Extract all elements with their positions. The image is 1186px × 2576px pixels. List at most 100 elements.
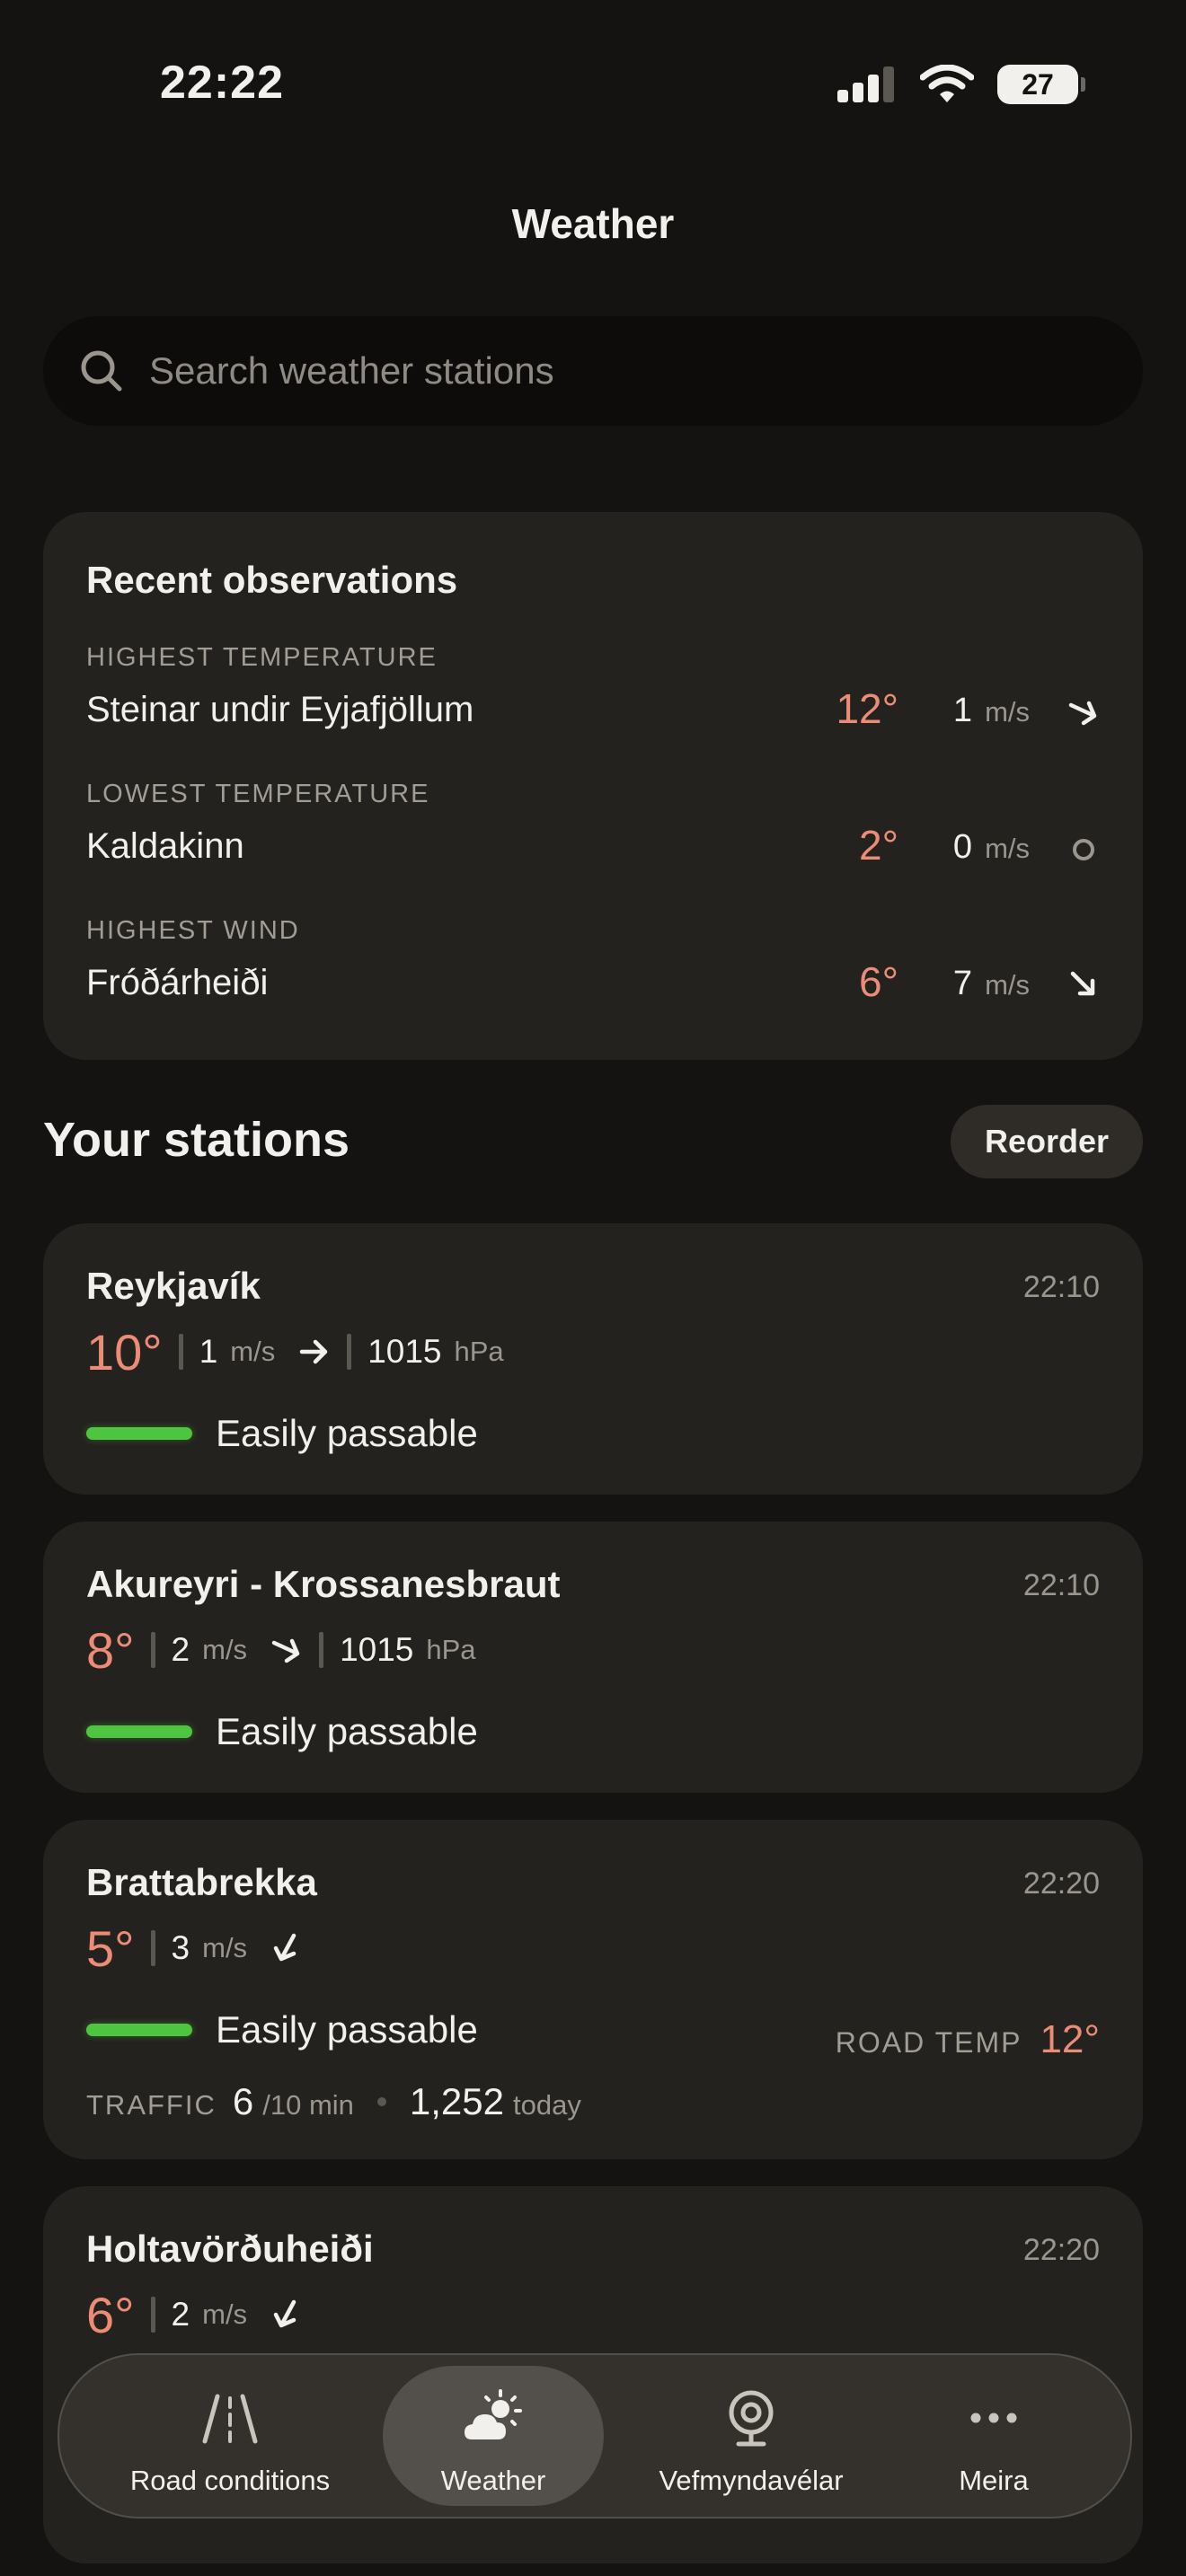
observation-station[interactable]: Fróðárheiði <box>86 963 268 1003</box>
recent-observations-title: Recent observations <box>86 559 458 601</box>
more-icon <box>970 2413 1017 2423</box>
search-bar[interactable] <box>43 316 1143 426</box>
wind-speed: 1 <box>952 692 973 729</box>
station-time: 22:20 <box>1022 2233 1100 2267</box>
station-card-reykjavik[interactable]: Reykjavík 22:10 10° 1 m/s 1015 hPa Easil… <box>43 1223 1143 1495</box>
your-stations-title: Your stations <box>43 1113 350 1167</box>
traffic-rate-unit: /10 min <box>262 2089 354 2121</box>
battery-level: 27 <box>1022 67 1054 101</box>
station-name: Reykjavík <box>86 1265 261 1307</box>
pressure-value: 1015 <box>340 1631 414 1668</box>
condition-indicator <box>86 1725 192 1738</box>
traffic-today: 1,252 <box>409 2080 505 2122</box>
tab-label: Weather <box>440 2465 546 2496</box>
wind-speed: 1 <box>199 1333 218 1370</box>
road-condition: Easily passable <box>86 2008 478 2051</box>
observation-wind: 1 m/s <box>953 692 1030 730</box>
traffic-rate: 6 <box>232 2080 254 2122</box>
station-readings: 5° 3 m/s <box>86 1917 303 1980</box>
station-temperature: 5° <box>86 1919 135 1977</box>
observation-label: LOWEST TEMPERATURE <box>86 780 430 808</box>
condition-indicator <box>86 1427 192 1440</box>
station-temperature: 10° <box>86 1323 163 1381</box>
divider <box>178 1334 183 1370</box>
tab-meira[interactable]: Meira <box>886 2355 1102 2517</box>
wind-direction-icon <box>1070 971 1095 996</box>
wind-unit: m/s <box>985 969 1030 1001</box>
cloud-sun-icon <box>465 2389 522 2439</box>
station-temperature: 6° <box>86 2286 135 2343</box>
tab-weather[interactable]: Weather <box>383 2355 604 2517</box>
wind-direction-icon <box>273 2299 296 2328</box>
station-card-brattabrekka[interactable]: Brattabrekka 22:20 5° 3 m/s Easily passa… <box>43 1820 1143 2159</box>
webcam-icon <box>729 2390 774 2447</box>
observation-temperature: 6° <box>859 958 898 1005</box>
station-readings: 8° 2 m/s 1015 hPa <box>86 1619 476 1681</box>
recent-observations-card: Recent observations HIGHEST TEMPERATURE … <box>43 512 1143 1060</box>
wind-speed: 2 <box>171 2296 190 2333</box>
observation-label: HIGHEST WIND <box>86 916 300 945</box>
status-time: 22:22 <box>160 57 284 109</box>
bottom-tab-bar: Road conditions Weather Vefmyndavélar Me… <box>58 2353 1132 2519</box>
divider <box>347 1334 352 1370</box>
station-name: Akureyri - Krossanesbraut <box>86 1563 561 1605</box>
wind-unit: m/s <box>202 1634 248 1665</box>
search-icon <box>81 350 122 392</box>
pressure-unit: hPa <box>426 1634 476 1665</box>
condition-label: Easily passable <box>216 2008 478 2051</box>
calm-wind-icon <box>1073 839 1094 860</box>
divider <box>319 1632 324 1668</box>
traffic-label: TRAFFIC <box>86 2089 217 2121</box>
pressure-value: 1015 <box>367 1333 442 1370</box>
observation-temperature: 12° <box>836 685 898 732</box>
wind-speed: 0 <box>952 828 973 866</box>
tab-label: Vefmyndavélar <box>659 2465 844 2496</box>
station-temperature: 8° <box>86 1621 135 1679</box>
tab-label: Road conditions <box>129 2465 331 2496</box>
cellular-signal-icon <box>837 66 894 102</box>
tab-road-conditions[interactable]: Road conditions <box>95 2355 365 2517</box>
divider <box>150 1632 155 1668</box>
wifi-icon <box>920 65 974 102</box>
road-icon <box>202 2394 258 2444</box>
station-time: 22:20 <box>1022 1866 1100 1901</box>
observation-label: HIGHEST TEMPERATURE <box>86 643 438 672</box>
station-time: 22:10 <box>1022 1568 1100 1602</box>
station-card-akureyri[interactable]: Akureyri - Krossanesbraut 22:10 8° 2 m/s… <box>43 1522 1143 1793</box>
road-condition: Easily passable <box>86 1710 478 1753</box>
station-time: 22:10 <box>1022 1270 1100 1304</box>
wind-unit: m/s <box>202 1932 248 1963</box>
wind-speed: 7 <box>952 965 973 1002</box>
wind-direction-icon <box>271 1638 300 1663</box>
road-temp-value: 12° <box>1040 2017 1100 2061</box>
observation-temperature: 2° <box>859 822 898 869</box>
wind-speed: 2 <box>171 1631 190 1668</box>
wind-direction-icon <box>273 1933 296 1962</box>
road-condition: Easily passable <box>86 1412 478 1455</box>
traffic-today-unit: today <box>513 2089 581 2121</box>
observation-wind: 7 m/s <box>953 965 1030 1003</box>
condition-indicator <box>86 2024 192 2036</box>
divider <box>150 2297 155 2333</box>
condition-label: Easily passable <box>216 1412 478 1454</box>
road-temp-label: ROAD TEMP <box>835 2026 1022 2059</box>
reorder-button[interactable]: Reorder <box>951 1105 1143 1178</box>
tab-label: Meira <box>959 2465 1029 2496</box>
tab-vefmyndavelar[interactable]: Vefmyndavélar <box>616 2355 886 2517</box>
station-name: Brattabrekka <box>86 1861 317 1903</box>
wind-unit: m/s <box>230 1336 276 1367</box>
observation-station[interactable]: Kaldakinn <box>86 826 244 867</box>
page-title: Weather <box>511 200 675 247</box>
status-icons: 27 <box>837 65 1085 104</box>
station-readings: 6° 2 m/s <box>86 2283 303 2346</box>
wind-direction-icon <box>299 1339 328 1364</box>
battery-indicator: 27 <box>997 65 1085 104</box>
separator-dot <box>376 2097 386 2106</box>
road-temperature: ROAD TEMP 12° <box>836 2017 1100 2062</box>
wind-direction-icon <box>1068 701 1097 726</box>
divider <box>150 1930 155 1966</box>
observation-station[interactable]: Steinar undir Eyjafjöllum <box>86 690 474 730</box>
wind-unit: m/s <box>985 833 1030 864</box>
wind-unit: m/s <box>985 696 1030 728</box>
search-input[interactable] <box>147 348 1049 393</box>
